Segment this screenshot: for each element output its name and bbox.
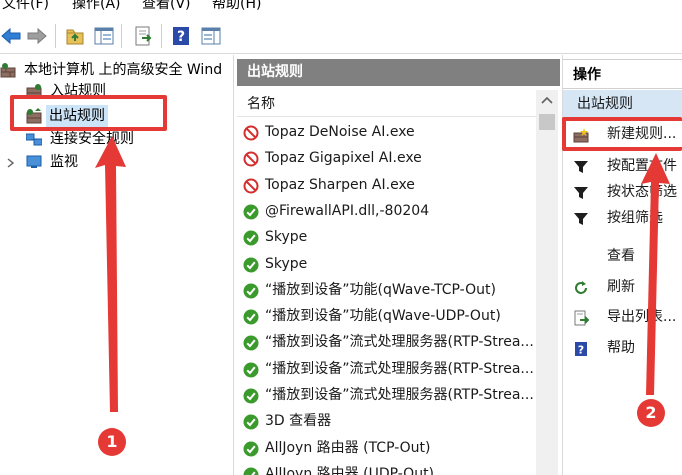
- action-label: 导出列表...: [607, 309, 677, 325]
- rule-name: “播放到设备”流式处理服务器(RTP-Strea...: [265, 360, 534, 377]
- highlight-box-new-rule: [562, 117, 682, 151]
- rule-row[interactable]: AllJoyn 路由器 (TCP-Out): [243, 435, 537, 461]
- action-item[interactable]: 查看: [563, 243, 682, 269]
- rule-name: Topaz Sharpen AI.exe: [265, 176, 415, 193]
- svg-text:?: ?: [177, 29, 185, 45]
- blocked-icon: [243, 177, 259, 194]
- rule-row[interactable]: “播放到设备”流式处理服务器(RTP-Strea...: [243, 356, 537, 382]
- filter-icon: [573, 158, 589, 174]
- actions-section-outbound[interactable]: 出站规则: [563, 90, 682, 118]
- column-header-name[interactable]: 名称: [237, 91, 537, 117]
- rule-row[interactable]: Topaz Gigapixel AI.exe: [243, 145, 537, 171]
- menu-file[interactable]: 文件(F): [2, 0, 49, 13]
- filter-icon: [573, 184, 589, 200]
- toolbar-separator: [55, 24, 56, 48]
- help-icon[interactable]: ?: [170, 25, 192, 47]
- scroll-up-arrow-icon[interactable]: [536, 90, 558, 110]
- rule-name: 3D 查看器: [265, 413, 332, 430]
- menu-help[interactable]: 帮助(H): [212, 0, 261, 13]
- back-arrow-icon[interactable]: [0, 25, 22, 47]
- allowed-check-icon: [243, 466, 259, 475]
- vertical-scrollbar[interactable]: [536, 90, 558, 475]
- rules-pane: 出站规则 名称 Topaz DeNoise AI.exe Topaz Gigapi…: [237, 55, 560, 475]
- allowed-check-icon: [243, 308, 259, 325]
- allowed-check-icon: [243, 413, 259, 430]
- action-item[interactable]: 按配置文件: [563, 153, 682, 179]
- step-badge-1: 1: [98, 428, 126, 456]
- action-label: 帮助: [607, 340, 635, 356]
- tree-item-label: 连接安全规则: [50, 131, 134, 147]
- rule-row[interactable]: Skype: [243, 224, 537, 250]
- toolbar-separator: [121, 24, 122, 48]
- rule-row[interactable]: “播放到设备”流式处理服务器(RTP-Strea...: [243, 329, 537, 355]
- allowed-check-icon: [243, 387, 259, 404]
- scroll-thumb[interactable]: [539, 114, 555, 130]
- rule-name: @FirewallAPI.dll,-80204: [265, 202, 430, 219]
- rule-row[interactable]: “播放到设备”流式处理服务器(RTP-Strea...: [243, 382, 537, 408]
- monitoring-icon: [26, 154, 42, 170]
- rule-row[interactable]: 3D 查看器: [243, 408, 537, 434]
- toolbar-separator: [161, 24, 162, 48]
- action-label: 刷新: [607, 279, 635, 295]
- allowed-check-icon: [243, 282, 259, 299]
- rule-row[interactable]: Skype: [243, 251, 537, 277]
- refresh-icon: [573, 279, 589, 295]
- rule-name: “播放到设备”流式处理服务器(RTP-Strea...: [265, 387, 534, 403]
- rule-row[interactable]: “播放到设备”功能(qWave-UDP-Out): [243, 303, 537, 329]
- menu-action[interactable]: 操作(A): [72, 0, 121, 13]
- export-list-icon[interactable]: [132, 25, 154, 47]
- rule-name: Skype: [265, 255, 308, 272]
- action-label: 按配置文件: [607, 158, 677, 174]
- expand-chevron-icon[interactable]: [6, 155, 16, 169]
- firewall-icon: [0, 62, 16, 78]
- rule-row[interactable]: @FirewallAPI.dll,-80204: [243, 198, 537, 224]
- tree-root-label: 本地计算机 上的高级安全 Wind: [24, 62, 223, 78]
- rule-name: Topaz DeNoise AI.exe: [265, 124, 415, 140]
- rules-pane-title: 出站规则: [237, 59, 560, 86]
- allowed-check-icon: [243, 334, 259, 351]
- svg-text:?: ?: [578, 344, 584, 357]
- show-hide-tree-icon[interactable]: [93, 25, 115, 47]
- toolbar: ?: [0, 18, 682, 54]
- rule-name: Topaz Gigapixel AI.exe: [265, 150, 422, 167]
- allowed-check-icon: [243, 229, 259, 246]
- step-badge-2: 2: [637, 399, 665, 427]
- export-icon: [573, 309, 590, 326]
- blocked-icon: [243, 150, 259, 167]
- allowed-check-icon: [243, 440, 259, 457]
- action-item[interactable]: 按状态筛选: [563, 179, 682, 205]
- menu-bar: 文件(F) 操作(A) 查看(V) 帮助(H): [0, 0, 682, 18]
- rule-name: AllJoyn 路由器 (UDP-Out): [265, 465, 435, 475]
- allowed-check-icon: [243, 203, 259, 220]
- rule-name: “播放到设备”功能(qWave-UDP-Out): [265, 308, 501, 325]
- up-folder-icon[interactable]: [64, 25, 86, 47]
- rule-row[interactable]: “播放到设备”功能(qWave-TCP-Out): [243, 277, 537, 303]
- action-item[interactable]: 按组筛选: [563, 205, 682, 231]
- rule-row[interactable]: Topaz Sharpen AI.exe: [243, 172, 537, 198]
- action-item[interactable]: 刷新: [563, 274, 682, 300]
- action-item[interactable]: 导出列表...: [563, 304, 682, 330]
- allowed-check-icon: [243, 256, 259, 272]
- action-label: 查看: [607, 248, 635, 264]
- action-label: 按状态筛选: [607, 184, 677, 200]
- rule-name: Skype: [265, 229, 308, 246]
- forward-arrow-icon[interactable]: [26, 25, 48, 47]
- connection-security-icon: [25, 131, 43, 147]
- menu-view[interactable]: 查看(V): [142, 0, 191, 13]
- filter-icon: [573, 210, 589, 226]
- rule-name: “播放到设备”流式处理服务器(RTP-Strea...: [265, 334, 534, 351]
- help-icon: ?: [573, 340, 589, 357]
- rule-name: “播放到设备”功能(qWave-TCP-Out): [265, 281, 496, 298]
- rule-name: AllJoyn 路由器 (TCP-Out): [265, 439, 431, 456]
- blocked-icon: [243, 124, 259, 141]
- tree-item-label: 监视: [50, 154, 78, 170]
- actions-pane-title: 操作: [563, 59, 682, 89]
- action-item[interactable]: ? 帮助: [563, 335, 682, 361]
- rule-row[interactable]: AllJoyn 路由器 (UDP-Out): [243, 461, 537, 475]
- action-label: 按组筛选: [607, 210, 663, 226]
- rule-row[interactable]: Topaz DeNoise AI.exe: [243, 119, 537, 145]
- allowed-check-icon: [243, 361, 259, 378]
- properties-pane-icon[interactable]: [200, 25, 222, 47]
- highlight-box-outbound-rules: [10, 95, 167, 131]
